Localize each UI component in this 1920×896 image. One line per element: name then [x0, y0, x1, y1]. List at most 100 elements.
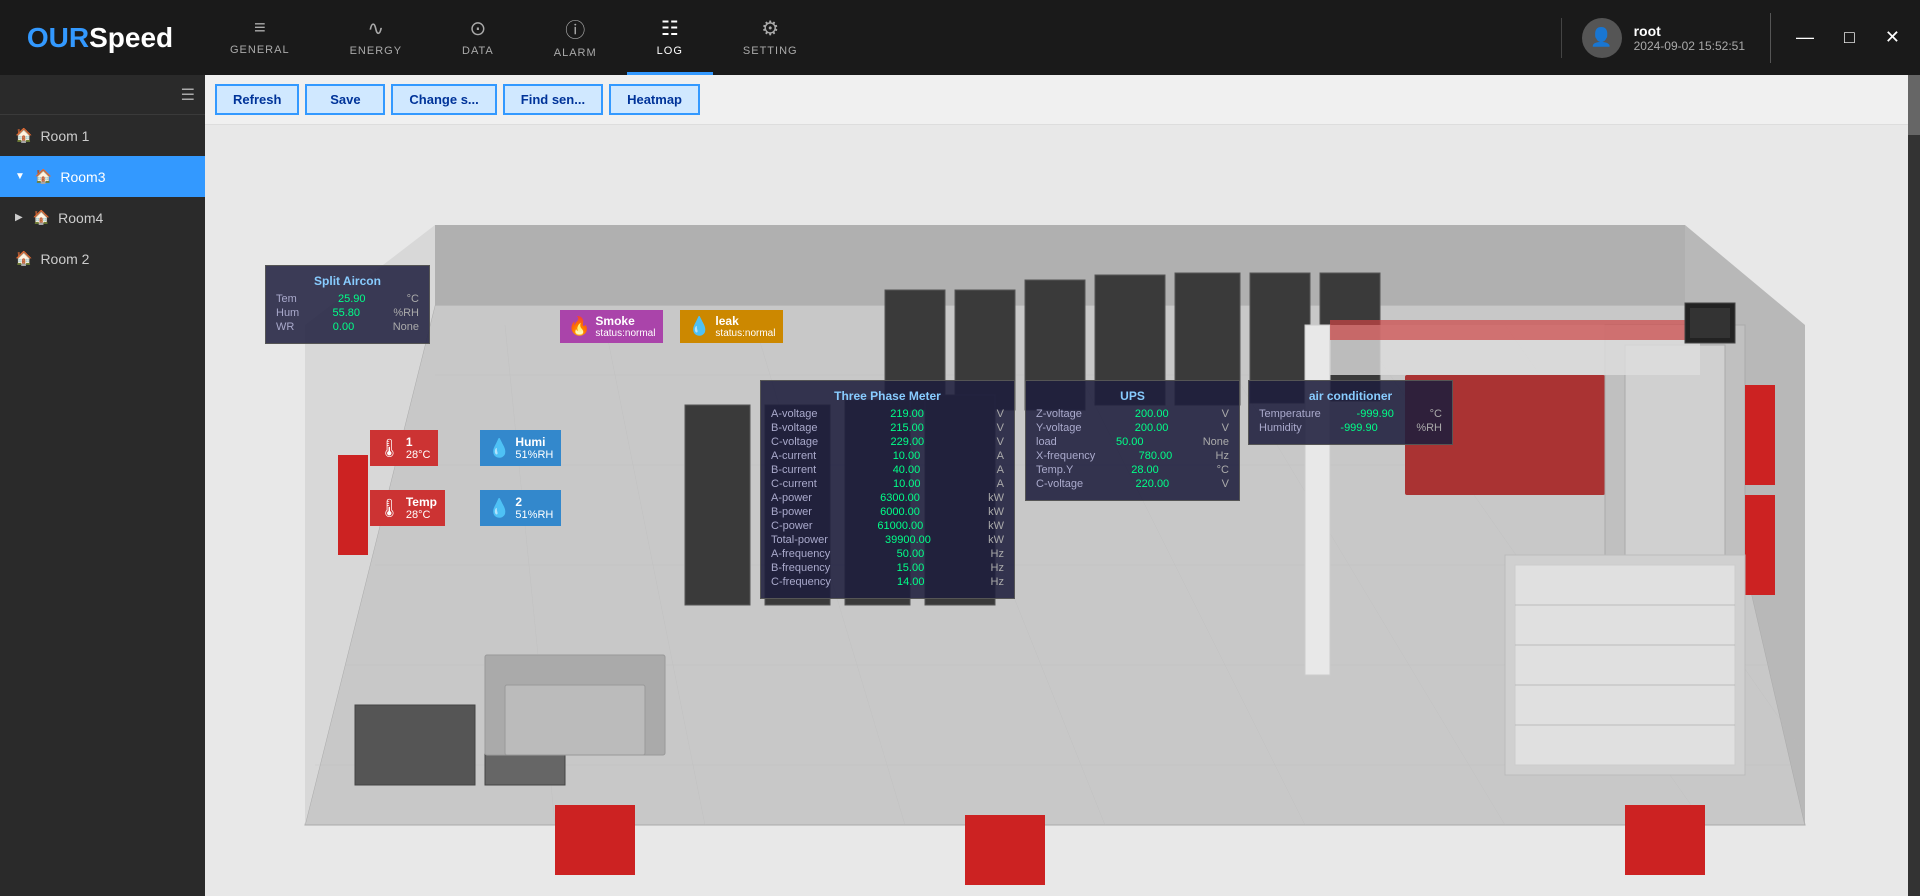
sidebar-header: ☰: [0, 75, 205, 115]
tp-label-12: C-frequency: [771, 576, 831, 588]
tp-value-1: 215.00: [890, 422, 924, 434]
humi-sensor-1: 💧 Humi 51%RH: [480, 430, 561, 466]
nav-data[interactable]: ⊙ DATA: [432, 0, 524, 75]
air-conditioner-panel: air conditioner Temperature -999.90 °C H…: [1248, 380, 1453, 445]
tp-unit-10: Hz: [991, 548, 1004, 560]
ups-label-4: Temp.Y: [1036, 464, 1073, 476]
aircon-title: air conditioner: [1259, 389, 1442, 403]
logo-speed: Speed: [89, 22, 173, 54]
tp-unit-6: kW: [988, 492, 1004, 504]
sidebar-item-room2[interactable]: 🏠 Room 2: [0, 238, 205, 279]
humi1-value: 51%RH: [515, 449, 553, 461]
humi2-icon: 💧: [488, 498, 510, 519]
tp-label-7: B-power: [771, 506, 812, 518]
split-aircon-value-0: 25.90: [338, 293, 366, 305]
tp-value-6: 6300.00: [880, 492, 920, 504]
toolbar: Refresh Save Change s... Find sen... Hea…: [205, 75, 1920, 125]
room3-icon: 🏠: [35, 168, 52, 185]
tp-label-6: A-power: [771, 492, 812, 504]
ups-label-5: C-voltage: [1036, 478, 1083, 490]
room-background: [205, 125, 1920, 896]
nav-alarm[interactable]: ⓘ ALARM: [524, 0, 627, 75]
leak-name: leak: [715, 314, 775, 328]
temp1-value: 28°C: [406, 449, 431, 461]
nav-general[interactable]: ≡ GENERAL: [200, 0, 320, 75]
tp-value-7: 6000.00: [880, 506, 920, 518]
leak-icon: 💧: [688, 316, 710, 337]
main-view: Split Aircon Tem 25.90 °C Hum 55.80 %RH …: [205, 125, 1920, 896]
nav-setting[interactable]: ⚙ SETTING: [713, 0, 828, 75]
aircon-label-0: Temperature: [1259, 408, 1321, 420]
sidebar-menu-icon[interactable]: ☰: [181, 85, 195, 105]
scrollbar[interactable]: [1908, 75, 1920, 896]
temp-sensor-1: 🌡 1 28°C: [370, 430, 438, 466]
sidebar-item-room3-label: Room3: [60, 169, 105, 185]
smoke-icon: 🔥: [568, 316, 590, 337]
ups-unit-5: V: [1222, 478, 1229, 490]
temp2-icon: 🌡: [378, 498, 401, 519]
sidebar-item-room3[interactable]: ▼ 🏠 Room3: [0, 156, 205, 197]
tp-value-8: 61000.00: [877, 520, 923, 532]
nav-energy-icon: ∿: [367, 16, 384, 41]
split-aircon-row-2: WR 0.00 None: [276, 321, 419, 333]
leak-sensor: 💧 leak status:normal: [680, 310, 783, 343]
room3-expand-icon: ▼: [15, 171, 25, 182]
sidebar-item-room2-label: Room 2: [40, 251, 89, 267]
ups-label-0: Z-voltage: [1036, 408, 1082, 420]
humi1-name: Humi: [515, 435, 553, 449]
nav-energy-label: ENERGY: [350, 45, 402, 57]
ups-value-3: 780.00: [1139, 450, 1173, 462]
ups-unit-1: V: [1222, 422, 1229, 434]
temp2-name: Temp: [406, 495, 437, 509]
ups-unit-4: °C: [1217, 464, 1229, 476]
find-sen-button[interactable]: Find sen...: [503, 84, 603, 115]
split-aircon-label-0: Tem: [276, 293, 297, 305]
tp-unit-11: Hz: [991, 562, 1004, 574]
heatmap-button[interactable]: Heatmap: [609, 84, 700, 115]
split-aircon-value-2: 0.00: [333, 321, 354, 333]
ups-label-1: Y-voltage: [1036, 422, 1081, 434]
minimize-button[interactable]: —: [1786, 22, 1824, 53]
split-aircon-row-1: Hum 55.80 %RH: [276, 307, 419, 319]
split-aircon-unit-2: None: [393, 321, 419, 333]
tp-unit-4: A: [997, 464, 1004, 476]
sidebar-item-room4[interactable]: ▶ 🏠 Room4: [0, 197, 205, 238]
smoke-name: Smoke: [595, 314, 655, 328]
temp1-icon: 🌡: [378, 438, 401, 459]
tp-unit-0: V: [997, 408, 1004, 420]
tp-label-2: C-voltage: [771, 436, 818, 448]
scrollbar-thumb[interactable]: [1908, 75, 1920, 135]
tp-unit-3: A: [997, 450, 1004, 462]
humi-sensor-2: 💧 2 51%RH: [480, 490, 561, 526]
app-logo: OURSpeed: [0, 0, 200, 75]
save-button[interactable]: Save: [305, 84, 385, 115]
nav-energy[interactable]: ∿ ENERGY: [320, 0, 432, 75]
user-info: root 2024-09-02 15:52:51: [1634, 23, 1745, 53]
humi1-icon: 💧: [488, 438, 510, 459]
maximize-button[interactable]: □: [1834, 22, 1865, 53]
user-area: 👤 root 2024-09-02 15:52:51: [1561, 18, 1765, 58]
nav-data-icon: ⊙: [470, 16, 487, 41]
leak-status: status:normal: [715, 328, 775, 339]
tp-value-3: 10.00: [893, 450, 921, 462]
nav-log-label: LOG: [657, 45, 683, 57]
smoke-sensor: 🔥 Smoke status:normal: [560, 310, 663, 343]
smoke-status: status:normal: [595, 328, 655, 339]
split-aircon-label-2: WR: [276, 321, 294, 333]
window-controls: — □ ✕: [1776, 22, 1920, 53]
tp-label-3: A-current: [771, 450, 816, 462]
change-s-button[interactable]: Change s...: [391, 84, 496, 115]
sidebar-item-room1[interactable]: 🏠 Room 1: [0, 115, 205, 156]
nav-log[interactable]: ☷ LOG: [627, 0, 713, 75]
refresh-button[interactable]: Refresh: [215, 84, 299, 115]
tp-unit-5: A: [997, 478, 1004, 490]
room4-expand-icon: ▶: [15, 212, 23, 223]
ups-unit-2: None: [1203, 436, 1229, 448]
room1-icon: 🏠: [15, 127, 32, 144]
ups-value-5: 220.00: [1136, 478, 1170, 490]
split-aircon-title: Split Aircon: [276, 274, 419, 288]
close-button[interactable]: ✕: [1875, 22, 1910, 53]
room4-icon: 🏠: [33, 209, 50, 226]
tp-unit-7: kW: [988, 506, 1004, 518]
nav-setting-label: SETTING: [743, 45, 798, 57]
